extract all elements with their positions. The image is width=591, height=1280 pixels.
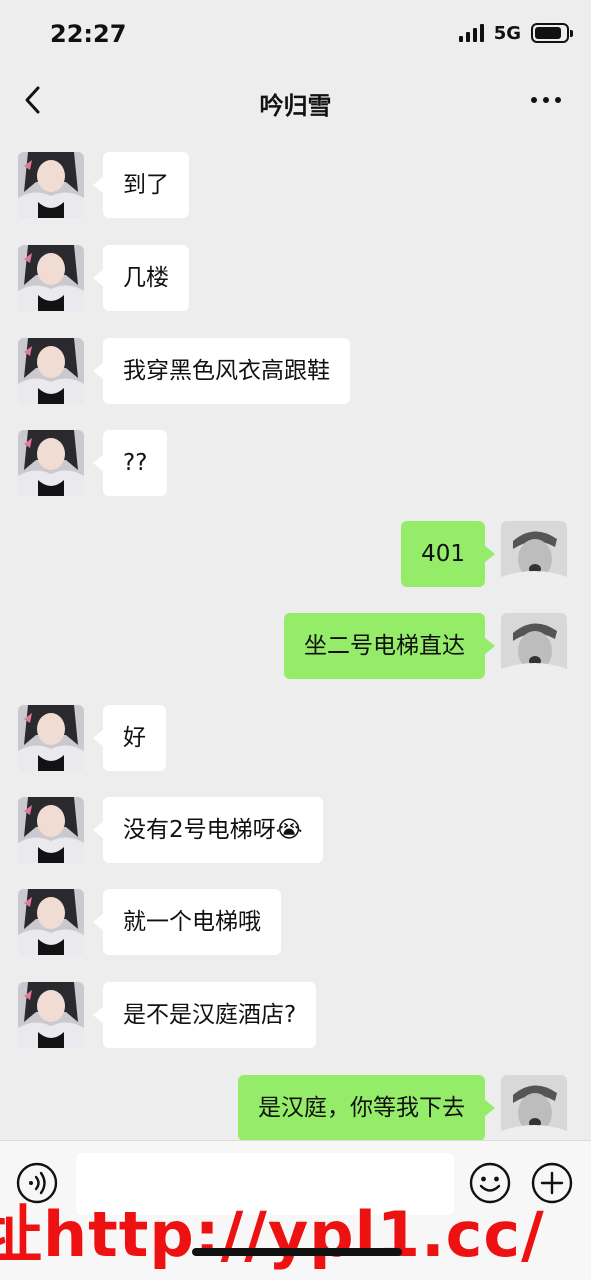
message-bubble[interactable]: 就一个电梯哦 (93, 889, 281, 955)
home-indicator[interactable] (192, 1248, 402, 1256)
message-bubble[interactable]: 是不是汉庭酒店? (92, 982, 317, 1048)
contact-avatar[interactable] (18, 430, 84, 496)
my-avatar[interactable] (501, 613, 567, 679)
status-icons: 5G (458, 20, 573, 46)
network-type: 5G (493, 22, 521, 44)
contact-avatar[interactable] (18, 982, 84, 1048)
message-list[interactable]: 到了几楼我穿黑色风衣高跟鞋?? 401 坐二号电梯直达好没有2号电梯呀😭 就一个电梯哦… (0, 132, 591, 1140)
battery-level (535, 27, 561, 39)
status-bar: 22:27 5G (0, 0, 591, 68)
status-time: 22:27 (50, 20, 127, 48)
battery-icon (531, 23, 573, 43)
message-bubble[interactable]: 没有2号电梯呀😭 (93, 797, 323, 863)
more-dots-icon[interactable] (529, 88, 563, 112)
chat-title: 吟归雪 (259, 92, 332, 120)
contact-avatar[interactable] (18, 705, 84, 771)
message-row: ?? (0, 430, 591, 496)
message-row: 好 (0, 705, 591, 771)
message-row: 我穿黑色风衣高跟鞋 (0, 338, 591, 404)
message-bubble[interactable]: 是汉庭，你等我下去 (238, 1075, 495, 1140)
message-bubble[interactable]: 到了 (93, 152, 189, 218)
message-row: 就一个电梯哦 (0, 889, 591, 955)
message-bubble[interactable]: ?? (92, 430, 168, 496)
message-bubble[interactable]: 好 (93, 705, 166, 771)
contact-avatar[interactable] (18, 797, 84, 863)
message-row: 几楼 (0, 245, 591, 311)
contact-avatar[interactable] (18, 889, 84, 955)
my-avatar[interactable] (501, 521, 567, 587)
message-row: 401 (0, 521, 591, 587)
message-bubble[interactable]: 401 (401, 521, 495, 587)
message-bubble[interactable]: 我穿黑色风衣高跟鞋 (93, 338, 350, 404)
contact-avatar[interactable] (18, 152, 84, 218)
message-bubble[interactable]: 坐二号电梯直达 (284, 613, 495, 679)
my-avatar[interactable] (501, 1075, 567, 1140)
message-row: 是汉庭，你等我下去 (0, 1075, 591, 1140)
watermark-text: 址http://ypl1.cc/ (0, 1198, 545, 1271)
signal-icon (458, 24, 484, 42)
message-row: 坐二号电梯直达 (0, 613, 591, 679)
contact-avatar[interactable] (18, 245, 84, 311)
chat-header: 吟归雪 (0, 68, 591, 132)
message-row: 没有2号电梯呀😭 (0, 797, 591, 863)
message-row: 到了 (0, 152, 591, 218)
message-row: 是不是汉庭酒店? (0, 982, 591, 1048)
contact-avatar[interactable] (18, 338, 84, 404)
message-bubble[interactable]: 几楼 (93, 245, 189, 311)
